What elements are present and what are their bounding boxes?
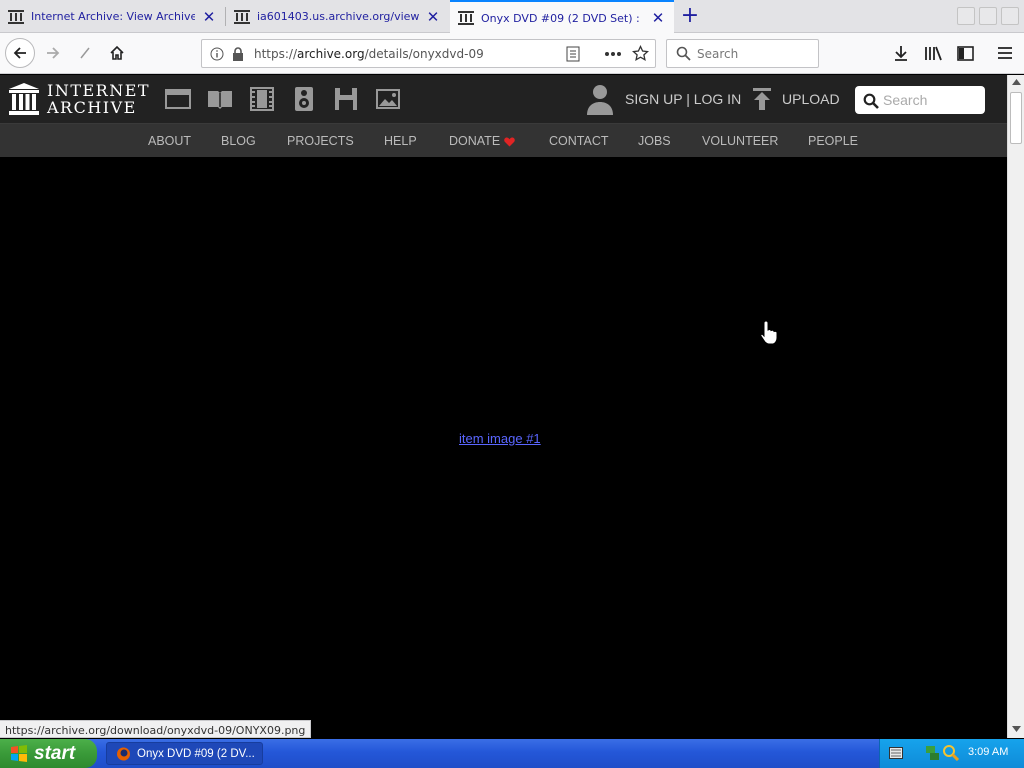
start-label: start bbox=[34, 742, 76, 764]
network-status-icon[interactable] bbox=[925, 745, 940, 761]
new-tab-plus-icon[interactable]: + bbox=[678, 5, 702, 29]
taskbar-clock: 3:09 AM bbox=[968, 746, 1009, 758]
minimize-window-button[interactable] bbox=[957, 7, 975, 25]
scrollbar-thumb[interactable] bbox=[1010, 92, 1022, 144]
nav-jobs-link[interactable]: JOBS bbox=[638, 134, 671, 148]
tab-internet-archive-view-archive[interactable]: Internet Archive: View Archive ✕ bbox=[0, 0, 225, 33]
tab-view-archive-server[interactable]: ia601403.us.archive.org/view_ar ✕ bbox=[226, 0, 449, 33]
images-photo-icon[interactable] bbox=[375, 87, 401, 111]
archive-favicon-icon bbox=[8, 9, 24, 24]
app-menu-button[interactable] bbox=[990, 38, 1020, 68]
nav-contact-link[interactable]: CONTACT bbox=[549, 134, 609, 148]
heart-icon bbox=[504, 137, 515, 147]
home-button[interactable] bbox=[102, 38, 132, 68]
logo-line-2: ARCHIVE bbox=[47, 98, 137, 117]
upload-link[interactable]: UPLOAD bbox=[782, 91, 840, 107]
start-button[interactable]: start bbox=[0, 739, 97, 768]
internet-archive-logo-icon[interactable] bbox=[9, 83, 39, 115]
address-bar[interactable]: https://archive.org/details/onyxdvd-09 bbox=[201, 39, 656, 68]
site-secondary-navigation: ABOUT BLOG PROJECTS HELP DONATE CONTACT … bbox=[0, 123, 1007, 157]
scroll-up-arrow-icon[interactable] bbox=[1012, 79, 1021, 85]
sidebar-toggle-button[interactable] bbox=[950, 38, 980, 68]
software-floppy-icon[interactable] bbox=[333, 87, 359, 111]
hand-pointer-cursor-icon bbox=[760, 320, 778, 344]
windows-flag-icon bbox=[11, 745, 27, 762]
close-window-button[interactable] bbox=[1001, 7, 1019, 25]
sign-up-log-in-link[interactable]: SIGN UP | LOG IN bbox=[625, 91, 741, 107]
nav-people-link[interactable]: PEOPLE bbox=[808, 134, 858, 148]
firefox-app-icon bbox=[117, 747, 130, 761]
video-film-icon[interactable] bbox=[249, 87, 275, 111]
nav-projects-link[interactable]: PROJECTS bbox=[287, 134, 354, 148]
arrow-left-icon bbox=[13, 47, 26, 59]
texts-book-icon[interactable] bbox=[207, 87, 233, 111]
url-text: https://archive.org/details/onyxdvd-09 bbox=[254, 47, 484, 61]
close-tab-icon[interactable]: ✕ bbox=[201, 8, 217, 26]
windows-taskbar: start Onyx DVD #09 (2 DV... 3:09 AM bbox=[0, 739, 1024, 768]
lock-icon[interactable] bbox=[231, 46, 245, 62]
site-search-placeholder: Search bbox=[883, 92, 928, 108]
page-actions-menu-icon[interactable] bbox=[604, 51, 622, 57]
site-logo-wordmark[interactable]: INTERNET ARCHIVE bbox=[47, 82, 150, 116]
nav-about-link[interactable]: ABOUT bbox=[148, 134, 191, 148]
search-icon bbox=[863, 93, 879, 109]
info-icon[interactable] bbox=[210, 47, 224, 61]
tab-title: Internet Archive: View Archive bbox=[31, 10, 195, 23]
keyboard-icon[interactable] bbox=[889, 747, 903, 759]
url-scheme: https:// bbox=[254, 47, 298, 61]
web-page: INTERNET ARCHIVE SIGN UP | LOG IN UPLOAD… bbox=[0, 75, 1007, 720]
loading-spinner-icon bbox=[80, 47, 90, 59]
browser-search-placeholder: Search bbox=[697, 47, 739, 61]
restore-window-button[interactable] bbox=[979, 7, 997, 25]
sidebar-icon bbox=[956, 45, 974, 61]
nav-blog-link[interactable]: BLOG bbox=[221, 134, 256, 148]
forward-button[interactable] bbox=[38, 38, 68, 68]
user-avatar-icon[interactable] bbox=[586, 83, 614, 115]
reader-view-icon[interactable] bbox=[566, 46, 580, 62]
archive-favicon-icon bbox=[458, 11, 474, 25]
system-tray: 3:09 AM bbox=[879, 739, 1024, 768]
web-archive-icon[interactable] bbox=[165, 87, 191, 111]
downloads-button[interactable] bbox=[886, 38, 916, 68]
taskbar-window-title: Onyx DVD #09 (2 DV... bbox=[137, 747, 255, 760]
search-icon bbox=[676, 46, 691, 61]
url-host: archive.org bbox=[297, 47, 365, 61]
back-button[interactable] bbox=[5, 38, 35, 68]
bookmark-star-icon[interactable] bbox=[632, 45, 649, 62]
nav-donate-link[interactable]: DONATE bbox=[449, 134, 500, 148]
navigation-toolbar: https://archive.org/details/onyxdvd-09 S… bbox=[0, 33, 1024, 74]
magnifier-tray-icon[interactable] bbox=[943, 745, 959, 761]
hamburger-menu-icon bbox=[998, 47, 1012, 59]
download-arrow-icon bbox=[895, 46, 907, 61]
taskbar-firefox-window-button[interactable]: Onyx DVD #09 (2 DV... bbox=[106, 742, 263, 765]
stop-loading-button[interactable] bbox=[70, 38, 100, 68]
upload-arrow-icon[interactable] bbox=[752, 88, 772, 110]
library-icon bbox=[925, 46, 942, 61]
tab-onyx-dvd-active[interactable]: Onyx DVD #09 (2 DVD Set) : Unk ✕ bbox=[450, 0, 674, 34]
home-icon bbox=[110, 45, 124, 60]
close-tab-icon[interactable]: ✕ bbox=[425, 8, 441, 26]
item-image-link[interactable]: item image #1 bbox=[459, 431, 541, 446]
library-button[interactable] bbox=[918, 38, 948, 68]
tab-strip: Internet Archive: View Archive ✕ ia60140… bbox=[0, 0, 1024, 34]
nav-help-link[interactable]: HELP bbox=[384, 134, 417, 148]
tab-title: Onyx DVD #09 (2 DVD Set) : Unk bbox=[481, 11, 644, 25]
link-status-bar: https://archive.org/download/onyxdvd-09/… bbox=[0, 720, 312, 738]
tab-title: ia601403.us.archive.org/view_ar bbox=[257, 10, 419, 23]
audio-speaker-icon[interactable] bbox=[291, 87, 317, 111]
browser-search-box[interactable]: Search bbox=[666, 39, 819, 68]
logo-line-1: INTERNET bbox=[47, 81, 151, 100]
vertical-scrollbar[interactable] bbox=[1007, 75, 1024, 738]
close-tab-icon[interactable]: ✕ bbox=[650, 9, 666, 27]
site-top-navigation: INTERNET ARCHIVE SIGN UP | LOG IN UPLOAD… bbox=[0, 75, 1007, 123]
scroll-down-arrow-icon[interactable] bbox=[1012, 726, 1021, 732]
nav-volunteer-link[interactable]: VOLUNTEER bbox=[702, 134, 778, 148]
arrow-right-icon bbox=[47, 47, 60, 59]
url-path: /details/onyxdvd-09 bbox=[364, 47, 484, 61]
site-search-input[interactable]: Search bbox=[855, 86, 985, 114]
archive-favicon-icon bbox=[234, 9, 250, 24]
